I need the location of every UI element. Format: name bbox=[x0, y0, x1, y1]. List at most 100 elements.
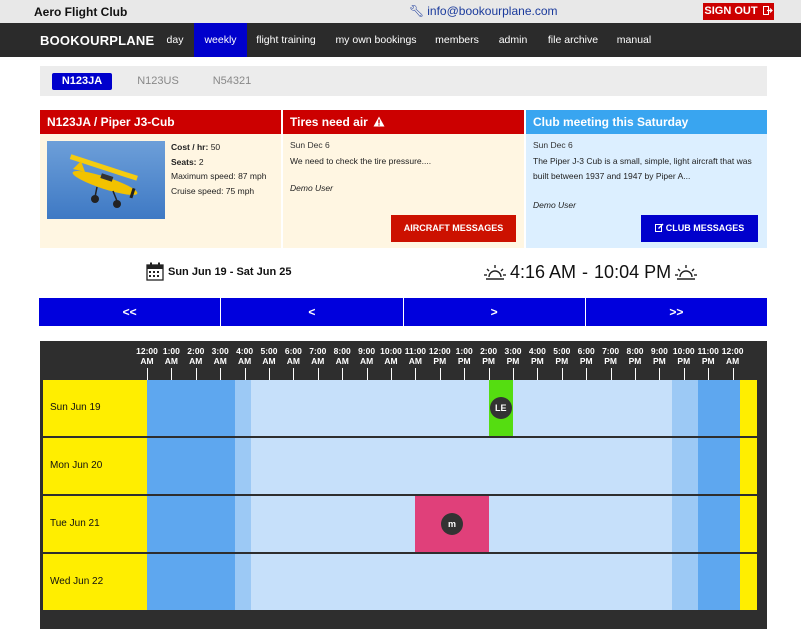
calendar-row[interactable]: Wed Jun 22 bbox=[43, 554, 764, 610]
club-message-date: Sun Dec 6 bbox=[533, 140, 573, 150]
week-range-text: Sun Jun 19 - Sat Jun 25 bbox=[168, 265, 292, 278]
aircraft-title: N123JA / Piper J3-Cub bbox=[40, 110, 281, 134]
hour-tick bbox=[366, 368, 368, 380]
contact-email-link[interactable]: 🔧︎ info@bookourplane.com bbox=[409, 4, 558, 18]
aircraft-specs: Cost / hr: 50 Seats: 2 Maximum speed: 87… bbox=[171, 140, 266, 198]
max-speed: Maximum speed: 87 mph bbox=[171, 171, 267, 181]
hour-tick bbox=[513, 368, 514, 380]
booking-block[interactable]: LE bbox=[488, 380, 513, 436]
hour-tick bbox=[464, 368, 466, 380]
hour-tick bbox=[147, 368, 148, 380]
club-messages-label: CLUB MESSAGES bbox=[665, 223, 745, 233]
day-label: Tue Jun 21 bbox=[43, 496, 147, 552]
hour-tick bbox=[220, 368, 222, 380]
booking-block[interactable]: m bbox=[415, 496, 489, 552]
night-band bbox=[671, 554, 699, 610]
hour-tick bbox=[659, 368, 661, 380]
day-label: Mon Jun 20 bbox=[43, 438, 147, 494]
sign-out-label: SIGN OUT bbox=[704, 5, 758, 17]
booking-initials-badge[interactable]: LE bbox=[489, 397, 512, 419]
aircraft-message-date: Sun Dec 6 bbox=[290, 140, 330, 150]
daylight-band bbox=[251, 438, 672, 494]
hour-tick bbox=[244, 368, 246, 380]
club-message-panel: Club meeting this Saturday Sun Dec 6 The… bbox=[526, 110, 767, 248]
sun-separator: - bbox=[582, 262, 589, 282]
night-band bbox=[234, 554, 252, 610]
hour-tick bbox=[342, 368, 344, 380]
club-message-text: The Piper J-3 Cub is a small, simple, li… bbox=[533, 156, 752, 181]
nav-admin[interactable]: admin bbox=[492, 23, 534, 57]
calendar-row[interactable]: Mon Jun 20 bbox=[43, 438, 764, 494]
club-messages-button[interactable]: CLUB MESSAGES bbox=[641, 215, 758, 242]
nav-file-archive[interactable]: file archive bbox=[542, 23, 604, 57]
sunset-icon bbox=[675, 264, 698, 280]
hour-tick bbox=[293, 368, 295, 380]
night-band bbox=[671, 380, 699, 436]
hour-tick bbox=[683, 368, 685, 380]
previous-week-button[interactable]: < bbox=[221, 298, 404, 326]
sunset-time: 10:04 PM bbox=[594, 262, 672, 282]
nav-day[interactable]: day bbox=[157, 23, 193, 57]
hour-tick bbox=[488, 368, 490, 380]
day-end-band bbox=[739, 554, 757, 610]
night-band bbox=[698, 554, 740, 610]
hour-tick bbox=[586, 368, 588, 380]
hour-label: 12:00 AM bbox=[721, 346, 744, 366]
night-band bbox=[671, 496, 699, 552]
hour-tick bbox=[635, 368, 636, 380]
brand-logo[interactable]: BOOKOURPLANE bbox=[40, 33, 154, 48]
aircraft-tab-n54321[interactable]: N54321 bbox=[202, 73, 262, 90]
nav-weekly[interactable]: weekly bbox=[194, 23, 247, 57]
sign-out-icon bbox=[762, 6, 773, 15]
night-band bbox=[698, 438, 740, 494]
hour-tick bbox=[610, 368, 612, 380]
wrench-icon: 🔧︎ bbox=[409, 4, 425, 18]
calendar-icon bbox=[146, 262, 164, 281]
aircraft-tab-n123us[interactable]: N123US bbox=[128, 73, 188, 90]
aircraft-messages-button[interactable]: AIRCRAFT MESSAGES bbox=[391, 215, 516, 242]
warning-icon bbox=[373, 116, 385, 127]
aircraft-photo bbox=[47, 141, 165, 219]
aircraft-info-panel: N123JA / Piper J3-Cub Cost / hr: 50 Seat… bbox=[40, 110, 281, 248]
night-band bbox=[147, 496, 235, 552]
daylight-band bbox=[251, 554, 672, 610]
next-week-button[interactable]: > bbox=[403, 298, 586, 326]
day-end-band bbox=[739, 438, 757, 494]
booking-initials-badge[interactable]: m bbox=[440, 513, 463, 535]
aircraft-tabs: N123JA N123US N54321 bbox=[40, 66, 767, 96]
hour-tick bbox=[439, 368, 441, 380]
hour-tick bbox=[317, 368, 319, 380]
club-message-author: Demo User bbox=[533, 200, 576, 210]
daylight-band bbox=[251, 380, 672, 436]
sign-out-button[interactable]: SIGN OUT bbox=[703, 3, 774, 20]
top-bar: Aero Flight Club 🔧︎ info@bookourplane.com… bbox=[0, 0, 801, 23]
sunrise-icon bbox=[484, 264, 506, 280]
night-band bbox=[234, 438, 252, 494]
night-band bbox=[147, 380, 235, 436]
calendar-row[interactable]: Tue Jun 21 m bbox=[43, 496, 764, 552]
hour-tick bbox=[561, 368, 563, 380]
last-page-button[interactable]: >> bbox=[585, 298, 767, 326]
cost-value: 50 bbox=[210, 142, 221, 152]
nav-members[interactable]: members bbox=[430, 23, 484, 57]
aircraft-message-text: We need to check the tire pressure.... bbox=[290, 156, 432, 166]
day-end-band bbox=[739, 496, 757, 552]
hour-tick bbox=[732, 368, 734, 380]
week-pager: << < > >> bbox=[39, 298, 767, 326]
sun-times: 4:16 AM - 10:04 PM bbox=[480, 262, 701, 283]
nav-my-own-bookings[interactable]: my own bookings bbox=[330, 23, 422, 57]
nav-manual[interactable]: manual bbox=[612, 23, 656, 57]
aircraft-tab-n123ja[interactable]: N123JA bbox=[52, 73, 112, 90]
hour-tick bbox=[708, 368, 710, 380]
hour-tick bbox=[171, 368, 173, 380]
cruise-speed: Cruise speed: 75 mph bbox=[171, 185, 255, 196]
hour-tick bbox=[537, 368, 539, 380]
cost-label: Cost / hr: bbox=[171, 142, 209, 152]
email-text: info@bookourplane.com bbox=[427, 4, 558, 18]
hour-tick bbox=[269, 368, 270, 380]
first-page-button[interactable]: << bbox=[39, 298, 222, 326]
nav-flight-training[interactable]: flight training bbox=[250, 23, 322, 57]
calendar-row[interactable]: Sun Jun 19 LE bbox=[43, 380, 764, 436]
hour-tick bbox=[195, 368, 197, 380]
day-end-band bbox=[739, 380, 757, 436]
